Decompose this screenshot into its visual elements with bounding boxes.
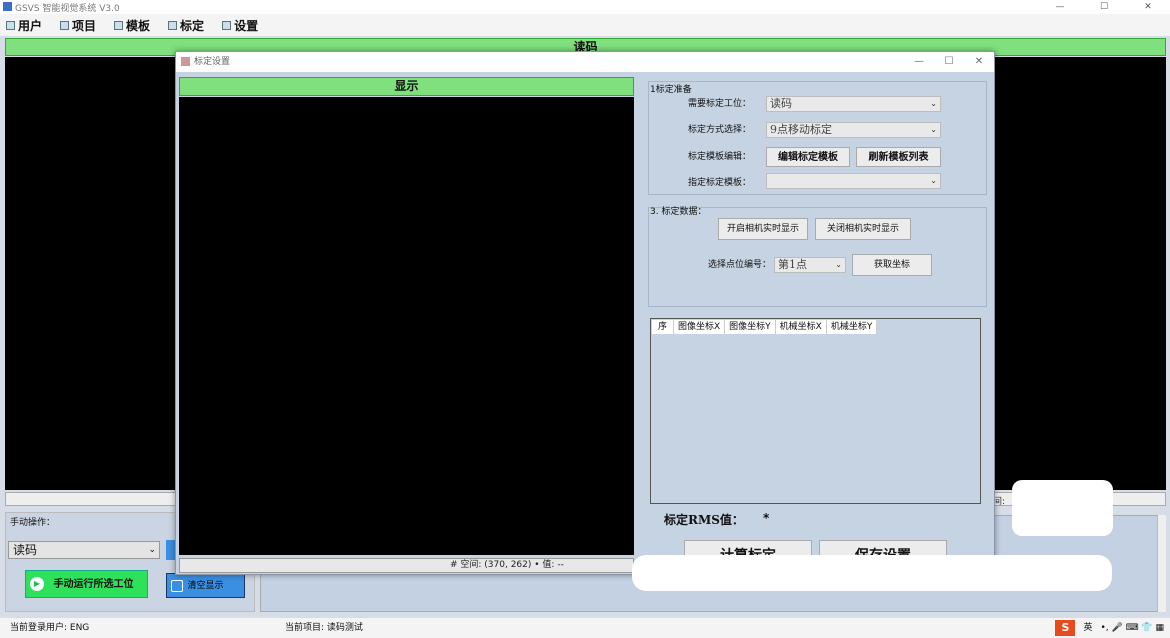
run-selected-station-button[interactable]: ▶ 手动运行所选工位 [25,570,148,598]
user-icon [6,20,15,30]
calibration-data-title: 3. 标定数据： [650,207,707,217]
column-header[interactable]: 机械坐标X [776,320,827,334]
redaction-patch [1012,480,1113,536]
app-title: GSVS 智能视觉系统 V3.0 [15,4,120,14]
refresh-template-list-button[interactable]: 刷新模板列表 [856,147,941,167]
chevron-down-icon: ⌄ [930,125,937,134]
menu-label: 模板 [126,18,151,33]
status-user: 当前登录用户: ENG [10,623,90,633]
calibration-data-table[interactable]: 序 图像坐标X 图像坐标Y 机械坐标X 机械坐标Y [650,318,981,504]
play-icon: ▶ [30,577,44,591]
menu-bar: 用户 项目 模板 标定 设置 [0,14,1170,36]
app-logo-icon [3,2,12,11]
calibration-prep-title: 1标定准备 [650,85,692,95]
method-label: 标定方式选择： [687,125,751,135]
chevron-down-icon: ⌄ [835,260,842,269]
display-header: 显示 [179,77,634,96]
calibration-icon [168,20,178,30]
point-number-select[interactable]: 第1点 ⌄ [774,257,846,273]
rms-label: 标定RMS值： [664,513,744,527]
menu-label: 用户 [18,18,43,33]
menu-label: 设置 [234,18,259,33]
system-tray: S 英 •, 🎤 ⌨ 👕 ▦ [1055,618,1170,638]
dialog-window-icon [181,57,190,66]
ime-logo-icon[interactable]: S [1055,620,1076,636]
calib-method-select[interactable]: 9点移动标定 ⌄ [766,122,941,138]
station-select-value: 读码 [13,543,38,557]
station-select[interactable]: 读码 ⌄ [8,541,160,559]
run-label: 手动运行所选工位 [53,579,134,590]
status-project: 当前项目: 读码测试 [285,623,363,633]
calib-method-value: 9点移动标定 [770,123,832,136]
settings-icon [222,20,232,30]
menu-item-settings[interactable]: 设置 [216,17,258,34]
manual-ops-title: 手动操作： [10,518,56,528]
rms-value: * [763,511,770,525]
station-label: 需要标定工位： [687,99,751,109]
project-icon [60,20,70,30]
get-coordinate-button[interactable]: 获取坐标 [852,254,932,276]
clear-label: 清空显示 [187,581,224,591]
dialog-close-button[interactable]: ✕ [964,52,994,72]
display-status: # 空间: (370, 262) • 值: -- [179,558,634,573]
clear-display-button[interactable]: 清空显示 [166,573,245,598]
chevron-down-icon: ⌄ [930,176,937,185]
table-header: 序 图像坐标X 图像坐标Y 机械坐标X 机械坐标Y [652,320,878,334]
menu-item-template[interactable]: 模板 [108,17,150,34]
column-header[interactable]: 图像坐标Y [725,320,776,334]
close-live-camera-button[interactable]: 关闭相机实时显示 [815,218,911,240]
table-corner: 序 [652,320,674,334]
menu-item-calibration[interactable]: 标定 [162,17,204,34]
chevron-down-icon: ⌄ [148,545,156,555]
tray-icons[interactable]: •, 🎤 ⌨ 👕 ▦ [1100,618,1164,638]
menu-item-user[interactable]: 用户 [0,17,42,34]
dialog-minimize-button[interactable]: — [904,52,934,72]
point-number-label: 选择点位编号： [707,260,771,270]
dialog-title: 标定设置 [194,57,231,67]
dialog-maximize-button[interactable]: ☐ [934,52,964,72]
chevron-down-icon: ⌄ [930,99,937,108]
status-bar: 当前登录用户: ENG 当前项目: 读码测试 S 英 •, 🎤 ⌨ 👕 ▦ [0,618,1170,638]
edit-template-button[interactable]: 编辑标定模板 [766,147,850,167]
close-button[interactable]: ✕ [1126,0,1170,14]
menu-label: 项目 [72,18,97,33]
calib-station-select[interactable]: 读码 ⌄ [766,96,941,112]
menu-label: 标定 [180,18,205,33]
app-titlebar: GSVS 智能视觉系统 V3.0 — ☐ ✕ [0,0,1170,14]
menu-item-project[interactable]: 项目 [54,17,96,34]
minimize-button[interactable]: — [1038,0,1082,14]
calibration-settings-dialog: 标定设置 — ☐ ✕ 显示 # 空间: (370, 262) • 值: -- 1… [175,51,995,575]
clear-icon [171,580,183,592]
column-header[interactable]: 机械坐标Y [827,320,878,334]
maximize-button[interactable]: ☐ [1082,0,1126,14]
assign-template-label: 指定标定模板： [687,178,751,188]
template-icon [114,20,124,30]
point-number-value: 第1点 [778,258,807,271]
dialog-titlebar: 标定设置 — ☐ ✕ [176,52,994,72]
column-header[interactable]: 图像坐标X [674,320,726,334]
calib-station-value: 读码 [770,97,792,110]
assign-template-select[interactable]: ⌄ [766,173,941,189]
template-edit-label: 标定模板编辑： [687,152,751,162]
redaction-patch [632,555,1112,591]
display-canvas[interactable] [179,97,634,555]
ime-language[interactable]: 英 [1083,618,1092,638]
log-scrollbar[interactable] [1157,515,1166,612]
open-live-camera-button[interactable]: 开启相机实时显示 [718,218,808,240]
